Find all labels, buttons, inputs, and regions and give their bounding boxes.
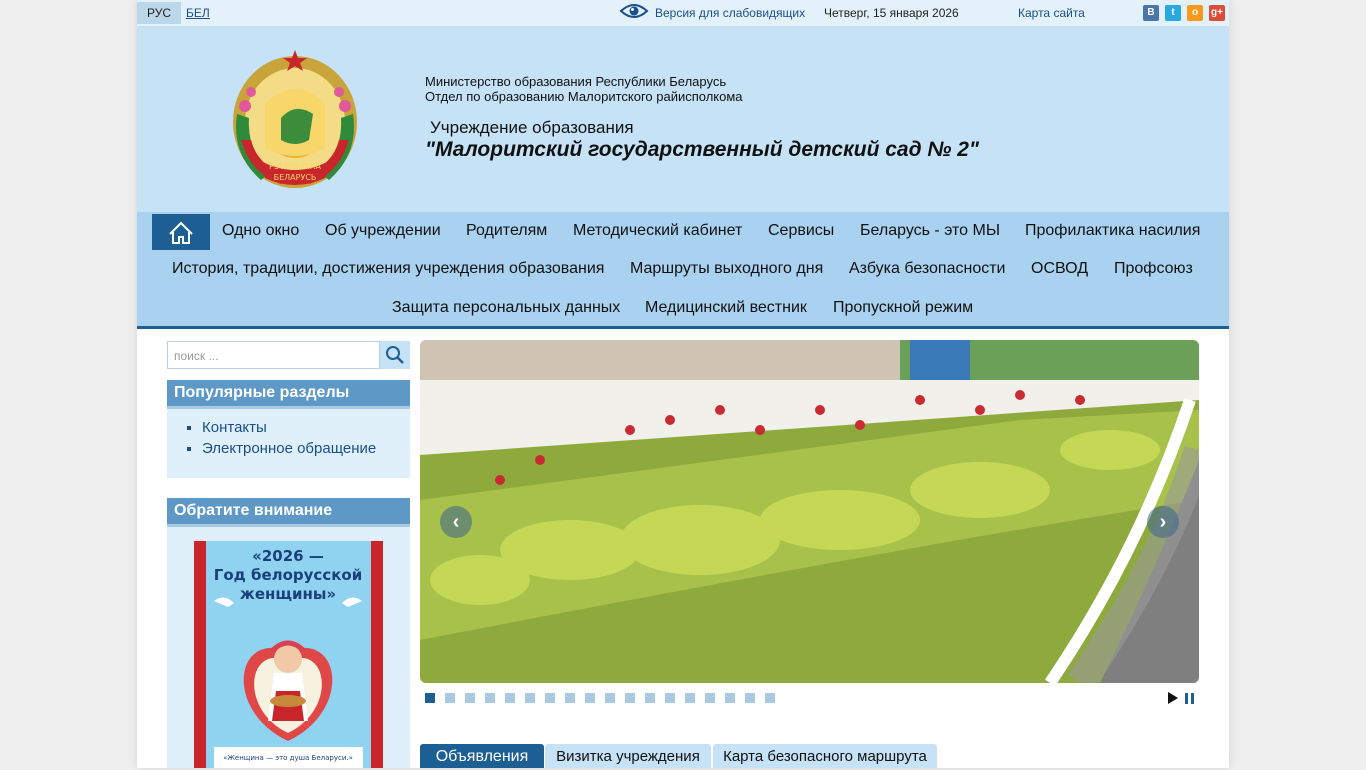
nav-item-weekend-routes[interactable]: Маршруты выходного дня bbox=[630, 260, 823, 278]
lang-be-link[interactable]: БЕЛ bbox=[186, 2, 210, 24]
nav-item-parents[interactable]: Родителям bbox=[466, 222, 547, 240]
current-date: Четверг, 15 января 2026 bbox=[824, 6, 959, 20]
emblem-text-bottom: БЕЛАРУСЬ bbox=[274, 173, 317, 182]
slider-dot[interactable] bbox=[485, 693, 495, 703]
slider-dot[interactable] bbox=[705, 693, 715, 703]
ministry-name: Министерство образования Республики Бела… bbox=[425, 74, 727, 89]
nav-item-violence-prevention[interactable]: Профилактика насилия bbox=[1025, 222, 1200, 240]
slider-dot[interactable] bbox=[625, 693, 635, 703]
tab-safe-route-map[interactable]: Карта безопасного маршрута bbox=[713, 744, 937, 768]
slider-next-button[interactable]: › bbox=[1147, 506, 1179, 538]
odnoklassniki-icon[interactable]: o bbox=[1187, 5, 1203, 21]
nav-item-access-control[interactable]: Пропускной режим bbox=[833, 299, 973, 317]
image-slider[interactable]: ‹ › bbox=[420, 340, 1199, 683]
social-links: B t o g+ bbox=[1143, 5, 1225, 21]
department-name: Отдел по образованию Малоритского райисп… bbox=[425, 89, 743, 104]
search-input[interactable]: поиск ... bbox=[167, 341, 380, 369]
main-nav: Одно окно Об учреждении Родителям Методи… bbox=[137, 212, 1229, 329]
eye-icon[interactable] bbox=[619, 1, 649, 21]
slider-play-icon[interactable] bbox=[1168, 692, 1178, 704]
twitter-icon[interactable]: t bbox=[1165, 5, 1181, 21]
tab-institution-card[interactable]: Визитка учреждения bbox=[545, 744, 711, 768]
nav-item-services[interactable]: Сервисы bbox=[768, 222, 834, 240]
institution-label: Учреждение образования bbox=[430, 118, 634, 137]
nav-item-about[interactable]: Об учреждении bbox=[325, 222, 441, 240]
nav-item-history[interactable]: История, традиции, достижения учреждения… bbox=[172, 260, 604, 278]
year-of-women-banner[interactable]: «2026 — Год белорусской женщины» «Женщин… bbox=[194, 541, 383, 768]
slider-dot[interactable] bbox=[745, 693, 755, 703]
top-bar: РУС БЕЛ Версия для слабовидящих Четверг,… bbox=[137, 0, 1229, 28]
nav-item-one-window[interactable]: Одно окно bbox=[222, 222, 299, 240]
nav-item-safety-abc[interactable]: Азбука безопасности bbox=[849, 260, 1005, 278]
google-plus-icon[interactable]: g+ bbox=[1209, 5, 1225, 21]
slider-dot[interactable] bbox=[725, 693, 735, 703]
banner-line-2: Год белорусской bbox=[214, 566, 362, 584]
slider-dot[interactable] bbox=[465, 693, 475, 703]
sitemap-link[interactable]: Карта сайта bbox=[1018, 6, 1085, 20]
banner-line-1: «2026 — bbox=[252, 547, 324, 565]
popular-sections-list: Контакты Электронное обращение bbox=[167, 409, 410, 457]
slider-dot[interactable] bbox=[505, 693, 515, 703]
slider-dot[interactable] bbox=[765, 693, 775, 703]
vkontakte-icon[interactable]: B bbox=[1143, 5, 1159, 21]
nav-item-osvod[interactable]: ОСВОД bbox=[1031, 260, 1088, 278]
lang-ru-button[interactable]: РУС bbox=[137, 2, 181, 24]
slider-dot[interactable] bbox=[665, 693, 675, 703]
search-placeholder: поиск ... bbox=[174, 349, 219, 363]
slider-pause-icon[interactable] bbox=[1185, 693, 1194, 704]
slider-dot[interactable] bbox=[425, 693, 435, 703]
popular-sections-panel: Популярные разделы Контакты Электронное … bbox=[167, 380, 410, 478]
nav-item-medical-bulletin[interactable]: Медицинский вестник bbox=[645, 299, 807, 317]
slider-dot[interactable] bbox=[645, 693, 655, 703]
banner-caption: «Женщина — это душа Беларуси.» bbox=[223, 754, 353, 762]
nav-item-trade-union[interactable]: Профсоюз bbox=[1114, 260, 1193, 278]
search-icon bbox=[386, 346, 404, 364]
list-item-e-appeal[interactable]: Электронное обращение bbox=[202, 440, 410, 457]
slider-dot[interactable] bbox=[545, 693, 555, 703]
home-icon bbox=[169, 221, 193, 244]
site-header: РЭСПУБЛІКА БЕЛАРУСЬ Министерство образов… bbox=[137, 28, 1229, 212]
institution-name: "Малоритский государственный детский сад… bbox=[425, 138, 979, 161]
slide-image-flowerbed bbox=[420, 340, 1199, 683]
list-item-contacts[interactable]: Контакты bbox=[202, 419, 410, 436]
tab-announcements[interactable]: Объявления bbox=[420, 744, 544, 768]
slider-dot[interactable] bbox=[585, 693, 595, 703]
nav-item-methodical[interactable]: Методический кабинет bbox=[573, 222, 742, 240]
slider-dot[interactable] bbox=[605, 693, 615, 703]
nav-home-button[interactable] bbox=[152, 214, 210, 250]
nav-item-personal-data[interactable]: Защита персональных данных bbox=[392, 299, 620, 317]
search-button[interactable] bbox=[380, 341, 410, 369]
emblem-text-top: РЭСПУБЛІКА bbox=[269, 162, 321, 171]
slider-prev-button[interactable]: ‹ bbox=[440, 506, 472, 538]
slider-pagination bbox=[425, 693, 775, 703]
low-vision-link[interactable]: Версия для слабовидящих bbox=[655, 6, 805, 20]
banner-line-3: женщины» bbox=[240, 585, 336, 603]
slider-dot[interactable] bbox=[565, 693, 575, 703]
slider-dot[interactable] bbox=[525, 693, 535, 703]
popular-sections-title: Популярные разделы bbox=[167, 380, 410, 409]
slider-dot[interactable] bbox=[445, 693, 455, 703]
attention-title: Обратите внимание bbox=[167, 498, 410, 527]
slider-dot[interactable] bbox=[685, 693, 695, 703]
ministry-title: Министерство образования Республики Бела… bbox=[425, 74, 743, 104]
page: РУС БЕЛ Версия для слабовидящих Четверг,… bbox=[137, 0, 1229, 768]
nav-item-belarus-we[interactable]: Беларусь - это МЫ bbox=[860, 222, 1000, 240]
belarus-emblem-icon[interactable]: РЭСПУБЛІКА БЕЛАРУСЬ bbox=[221, 44, 369, 192]
